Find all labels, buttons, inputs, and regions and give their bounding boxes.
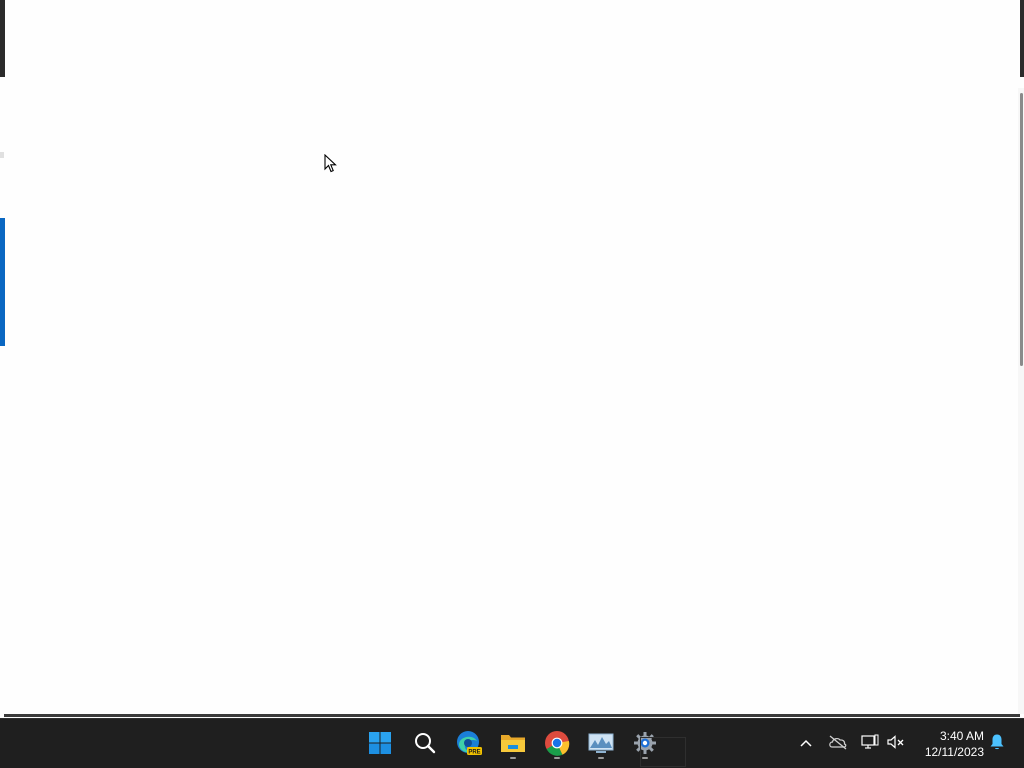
performance-monitor-button[interactable]	[584, 725, 618, 761]
running-indicator	[598, 757, 604, 759]
window-top-right-edge	[1020, 0, 1024, 77]
selection-indicator	[0, 218, 5, 346]
edge-preview-button[interactable]: PRE	[452, 725, 486, 761]
network-button[interactable]	[858, 733, 882, 755]
monitor-chart-icon	[587, 731, 615, 755]
active-app-frame	[640, 737, 686, 767]
notifications-button[interactable]	[985, 733, 1009, 755]
window-top-left-edge	[0, 0, 5, 77]
windows-start-icon	[368, 731, 392, 755]
edge-preview-icon: PRE	[455, 729, 483, 757]
app-window	[0, 0, 1024, 718]
notification-bell-icon	[989, 733, 1005, 756]
chevron-up-icon	[799, 735, 813, 753]
show-hidden-icons-button[interactable]	[794, 733, 818, 755]
running-indicator	[510, 757, 516, 759]
search-icon	[414, 732, 436, 754]
onedrive-offline-icon	[828, 734, 848, 755]
start-button[interactable]	[363, 725, 397, 761]
clock-time: 3:40 AM	[939, 729, 984, 743]
clock-date: 12/11/2023	[924, 745, 984, 759]
volume-button[interactable]	[884, 733, 908, 755]
search-button[interactable]	[408, 725, 442, 761]
edge-pre-badge: PRE	[468, 749, 480, 755]
file-explorer-button[interactable]	[496, 725, 530, 761]
scrollbar-thumb[interactable]	[1020, 93, 1023, 366]
folder-icon	[499, 731, 527, 755]
window-bottom-border	[4, 714, 1020, 717]
running-indicator	[554, 757, 560, 759]
volume-muted-icon	[887, 734, 905, 755]
mouse-cursor-icon	[324, 153, 340, 174]
chrome-button[interactable]	[540, 725, 574, 761]
onedrive-button[interactable]	[826, 733, 850, 755]
taskbar-clock[interactable]: 3:40 AM 12/11/2023	[912, 728, 984, 762]
network-icon	[861, 734, 879, 755]
left-edge-mark	[0, 152, 4, 158]
chrome-icon	[544, 730, 570, 756]
